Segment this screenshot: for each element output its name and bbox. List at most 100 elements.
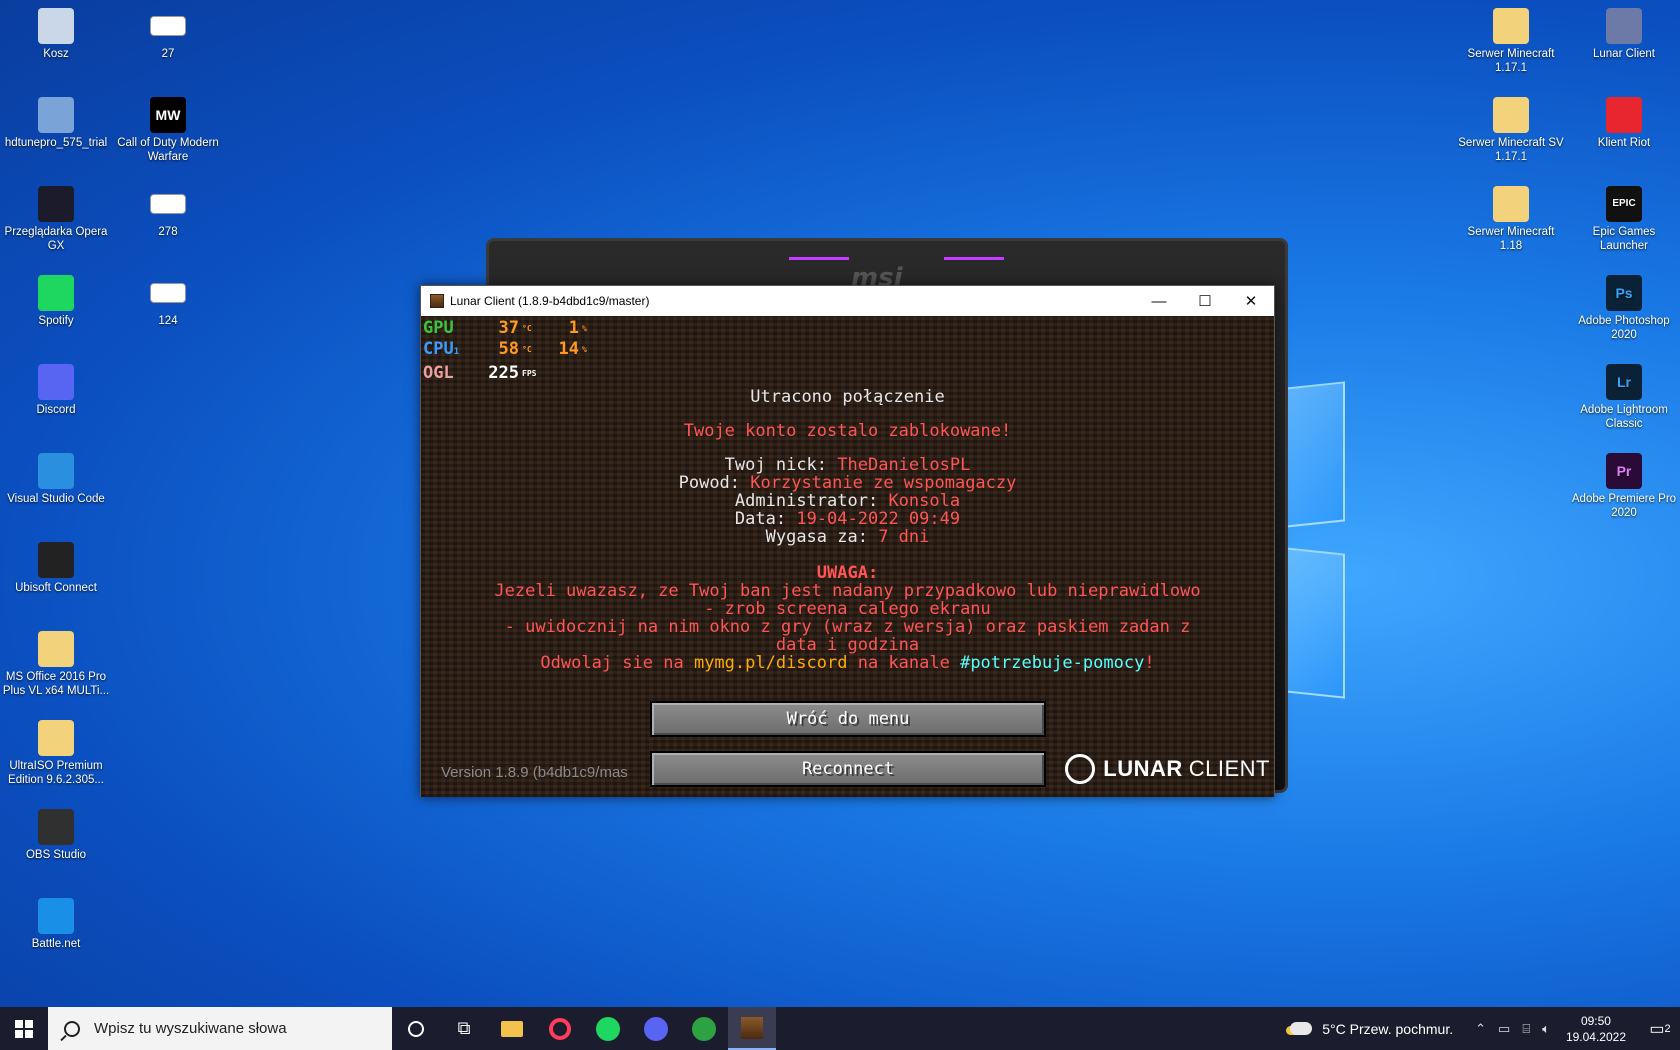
start-button[interactable] xyxy=(0,1007,48,1050)
taskbar-discord[interactable] xyxy=(632,1007,680,1050)
lunar-client-window[interactable]: Lunar Client (1.8.9-b4dbd1c9/master) — ☐… xyxy=(420,285,1275,797)
desktop-icon[interactable]: Ps Adobe Photoshop 2020 xyxy=(1568,275,1680,342)
desktop-icon[interactable]: Lunar Client xyxy=(1568,8,1680,61)
weather-widget[interactable]: 5°C Przew. pochmur. xyxy=(1290,1021,1453,1037)
taskbar-file-explorer[interactable] xyxy=(488,1007,536,1050)
desktop-icon[interactable]: hdtunepro_575_trial xyxy=(0,97,112,150)
battlenet-icon xyxy=(38,898,74,934)
desktop-icon-label: Battle.net xyxy=(31,938,81,950)
network-icon[interactable]: ⌸ xyxy=(1522,1021,1530,1037)
desktop-icon[interactable]: MS Office 2016 Pro Plus VL x64 MULTi... xyxy=(0,631,112,698)
icon-badge: Lr xyxy=(1617,374,1631,390)
desktop-icon-label: MS Office 2016 Pro Plus VL x64 MULTi... xyxy=(2,671,110,697)
minimize-button[interactable]: — xyxy=(1136,286,1182,316)
desktop-icon[interactable]: 27 xyxy=(112,8,224,61)
chevron-up-icon[interactable]: ⌃ xyxy=(1475,1021,1486,1037)
desktop-icon[interactable]: Klient Riot xyxy=(1568,97,1680,150)
gpu-temp: 37 xyxy=(498,318,519,338)
cpu-load: 14 xyxy=(558,339,579,359)
cortana-button[interactable] xyxy=(392,1007,440,1050)
close-button[interactable]: ✕ xyxy=(1228,286,1274,316)
desktop-icon-label: 27 xyxy=(161,48,175,60)
desktop-icon-label: Adobe Photoshop 2020 xyxy=(1578,315,1670,341)
folder-icon xyxy=(1493,8,1529,44)
desktop-icon[interactable]: Serwer Minecraft SV 1.17.1 xyxy=(1455,97,1567,164)
device-icon[interactable]: ▭ xyxy=(1498,1021,1510,1037)
desktop-icon[interactable]: UltraISO Premium Edition 9.6.2.305... xyxy=(0,720,112,787)
search-icon xyxy=(64,1020,80,1037)
file-icon xyxy=(150,194,186,214)
back-to-menu-button[interactable]: Wróć do menu xyxy=(650,701,1046,737)
desktop-icon[interactable]: Discord xyxy=(0,364,112,417)
desktop-icon[interactable]: Pr Adobe Premiere Pro 2020 xyxy=(1568,453,1680,520)
folder-icon xyxy=(501,1020,523,1037)
desktop-icon[interactable]: Serwer Minecraft 1.17.1 xyxy=(1455,8,1567,75)
version-label: Version 1.8.9 (b4db1c9/mas xyxy=(441,764,628,781)
lunar-moon-icon xyxy=(1065,754,1096,784)
desktop-icon[interactable]: OBS Studio xyxy=(0,809,112,862)
taskbar-spotify[interactable] xyxy=(584,1007,632,1050)
taskbar-clock[interactable]: 09:50 19.04.2022 xyxy=(1566,1013,1626,1045)
gpu-label: GPU xyxy=(423,318,454,338)
lunar-client-icon xyxy=(1606,8,1642,44)
desktop-icon[interactable]: 124 xyxy=(112,275,224,328)
taskbar-xbox[interactable] xyxy=(680,1007,728,1050)
opera-gx-icon xyxy=(38,186,74,222)
folder-icon xyxy=(1493,186,1529,222)
gpu-load-unit: % xyxy=(582,324,587,333)
desktop-icon[interactable]: Battle.net xyxy=(0,898,112,951)
desktop-icon[interactable]: 278 xyxy=(112,186,224,239)
desktop-icon-label: 124 xyxy=(158,315,178,327)
notification-icon: ▭ xyxy=(1649,1020,1665,1038)
desktop-icon[interactable]: Serwer Minecraft 1.18 xyxy=(1455,186,1567,253)
notification-center-button[interactable]: ▭ 2 xyxy=(1640,1019,1680,1039)
desktop-icon[interactable]: Spotify xyxy=(0,275,112,328)
taskbar-search-box[interactable]: Wpisz tu wyszukiwane słowa xyxy=(48,1007,392,1050)
game-viewport[interactable]: GPU 37 °C 1 % CPU1 58 °C 14 % OGL 225 FP… xyxy=(421,316,1274,797)
task-view-button[interactable]: ⧉ xyxy=(440,1007,488,1050)
discord-icon xyxy=(644,1016,668,1041)
desktop-icon[interactable]: Lr Adobe Lightroom Classic xyxy=(1568,364,1680,431)
window-titlebar[interactable]: Lunar Client (1.8.9-b4dbd1c9/master) — ☐… xyxy=(421,286,1274,316)
reconnect-button[interactable]: Reconnect xyxy=(650,751,1046,787)
desktop-icon-label: Spotify xyxy=(38,315,74,327)
desktop-icon[interactable]: Przeglądarka Opera GX xyxy=(0,186,112,253)
clock-date: 19.04.2022 xyxy=(1565,1029,1626,1044)
discord-icon xyxy=(38,364,74,400)
file-icon xyxy=(150,16,186,36)
window-title: Lunar Client (1.8.9-b4dbd1c9/master) xyxy=(450,294,650,308)
folder-icon xyxy=(1493,97,1529,133)
ban-message: Twoje konto zostalo zablokowane! xyxy=(683,421,1012,441)
desktop-icon[interactable]: MW Call of Duty Modern Warfare xyxy=(112,97,224,164)
system-tray: 5°C Przew. pochmur. ⌃ ▭ ⌸ 🔈︎ 09:50 19.04… xyxy=(1290,1007,1680,1050)
lunar-client-logo: LUNAR CLIENT xyxy=(1065,754,1270,784)
maximize-button[interactable]: ☐ xyxy=(1182,286,1228,316)
desktop-icon-label: Przeglądarka Opera GX xyxy=(4,226,108,252)
desktop-icon-label: 278 xyxy=(158,226,178,238)
desktop-icon[interactable]: Kosz xyxy=(0,8,112,61)
taskbar-opera-gx[interactable] xyxy=(536,1007,584,1050)
minecraft-block-icon xyxy=(430,294,444,308)
desktop-icon-label: Lunar Client xyxy=(1592,48,1655,60)
warning-heading: UWAGA: xyxy=(816,563,879,583)
desktop-icon[interactable]: Ubisoft Connect xyxy=(0,542,112,595)
task-view-icon: ⧉ xyxy=(457,1018,471,1038)
desktop-icon-label: UltraISO Premium Edition 9.6.2.305... xyxy=(8,760,104,786)
warning-line-4: data i godzina xyxy=(775,635,920,655)
desktop-icon-label: Call of Duty Modern Warfare xyxy=(117,137,219,163)
premiere-icon: Pr xyxy=(1606,453,1642,489)
desktop-icon[interactable]: EPIC Epic Games Launcher xyxy=(1568,186,1680,253)
search-placeholder: Wpisz tu wyszukiwane słowa xyxy=(94,1020,287,1037)
icon-badge: EPIC xyxy=(1612,198,1636,209)
desktop-icon-label: OBS Studio xyxy=(25,849,87,861)
spotify-icon xyxy=(596,1016,620,1041)
reason-line: Powod: Korzystanie ze wspomagaczy xyxy=(678,473,1017,493)
taskbar-lunar-client[interactable] xyxy=(728,1007,776,1050)
cpu-temp: 58 xyxy=(498,339,519,359)
desktop-icon[interactable]: Visual Studio Code xyxy=(0,453,112,506)
admin-line: Administrator: Konsola xyxy=(734,491,961,511)
warning-line-2: - zrob screena calego ekranu xyxy=(704,599,991,619)
cloud-icon xyxy=(1290,1022,1313,1035)
cpu-label: CPU1 xyxy=(423,339,460,359)
volume-icon[interactable]: 🔈︎ xyxy=(1542,1021,1550,1037)
